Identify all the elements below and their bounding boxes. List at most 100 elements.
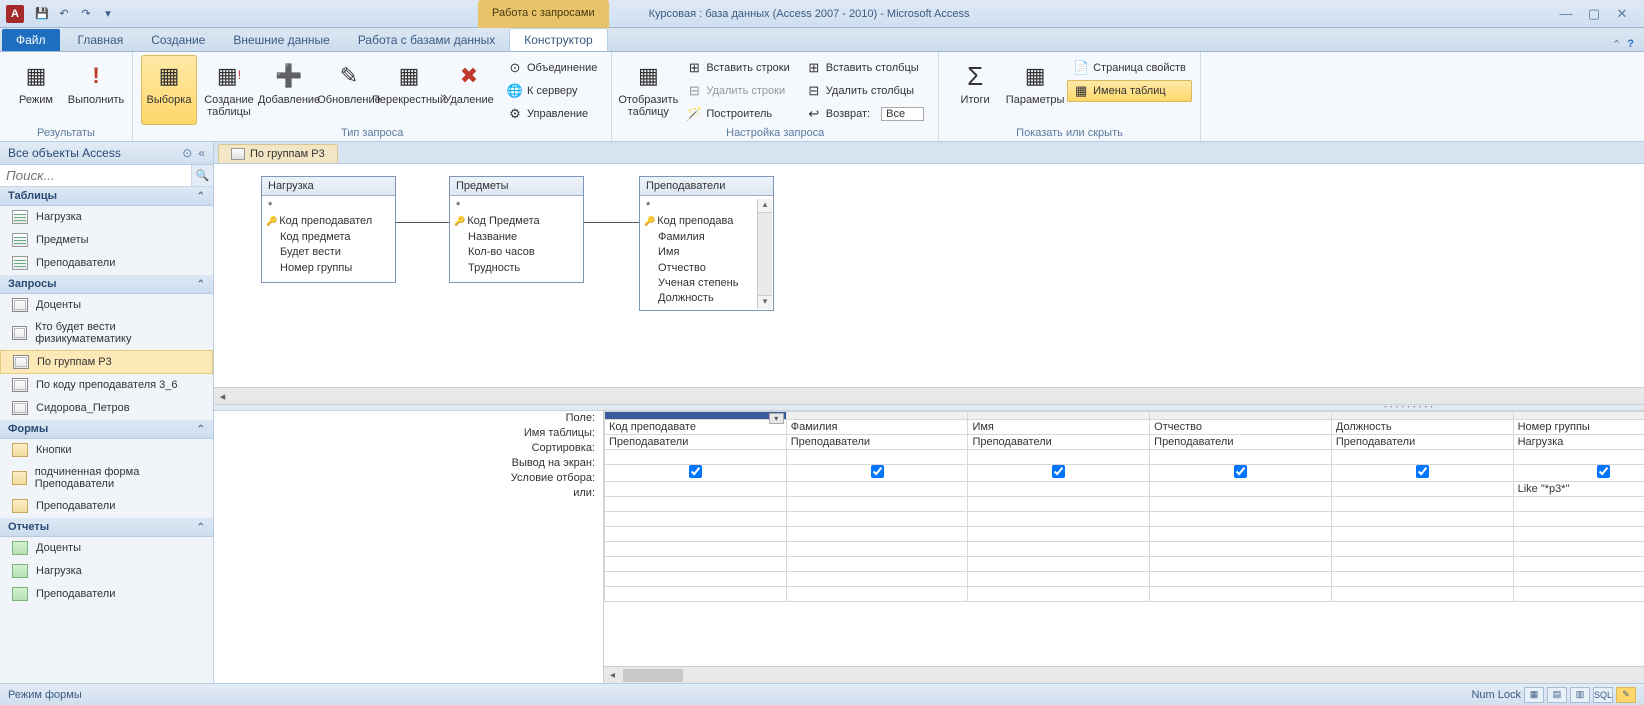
show-checkbox[interactable] (871, 465, 884, 478)
search-icon[interactable]: 🔍 (191, 165, 213, 186)
grid-cell-field[interactable]: Имя (968, 420, 1150, 435)
grid-cell-empty[interactable] (1513, 527, 1644, 542)
table-header[interactable]: Нагрузка (262, 177, 395, 196)
field[interactable]: Трудность (468, 261, 577, 276)
nav-item[interactable]: Сидорова_Петров (0, 397, 213, 420)
grid-cell-empty[interactable] (1331, 587, 1513, 602)
join-line[interactable] (394, 222, 449, 223)
grid-cell-empty[interactable] (786, 512, 968, 527)
field[interactable]: Будет вести (280, 245, 389, 260)
tab-external-data[interactable]: Внешние данные (219, 29, 344, 51)
grid-cell-empty[interactable] (786, 557, 968, 572)
grid-cell-empty[interactable] (1150, 557, 1332, 572)
maketable-button[interactable]: ▦!Создание таблицы (201, 55, 257, 125)
grid-cell-table[interactable]: Нагрузка (1513, 435, 1644, 450)
tablenames-button[interactable]: ▦Имена таблиц (1067, 80, 1192, 102)
nav-item[interactable]: Нагрузка (0, 560, 213, 583)
grid-cell-empty[interactable] (605, 512, 787, 527)
nav-item[interactable]: Предметы (0, 229, 213, 252)
nav-item[interactable]: Доценты (0, 537, 213, 560)
grid-cell-empty[interactable] (605, 527, 787, 542)
deletecols-button[interactable]: ⊟Удалить столбцы (800, 80, 930, 102)
nav-dropdown-icon[interactable]: ⊙ (182, 146, 192, 160)
nav-item[interactable]: подчиненная форма Преподаватели (0, 462, 213, 495)
grid-cell-sort[interactable] (1150, 450, 1332, 465)
document-tab[interactable]: По группам Р3 (218, 144, 338, 163)
app-icon[interactable]: A (6, 5, 24, 23)
grid-cell-empty[interactable] (605, 557, 787, 572)
grid-cell-field[interactable]: Отчество (1150, 420, 1332, 435)
field-star[interactable]: * (646, 199, 755, 214)
grid-cell-empty[interactable] (1150, 512, 1332, 527)
field[interactable]: Имя (658, 245, 755, 260)
grid-cell-empty[interactable] (1331, 512, 1513, 527)
maximize-button[interactable]: ▢ (1584, 6, 1604, 22)
field[interactable]: Должность (658, 291, 755, 306)
propertysheet-button[interactable]: 📄Страница свойств (1067, 57, 1192, 79)
grid-cell-show[interactable] (1150, 465, 1332, 482)
grid-cell-field[interactable]: Номер группы (1513, 420, 1644, 435)
union-button[interactable]: ⊙Объединение (501, 57, 603, 79)
grid-cell-show[interactable] (1331, 465, 1513, 482)
grid-cell-table[interactable]: Преподаватели (786, 435, 968, 450)
grid-cell-sort[interactable] (786, 450, 968, 465)
grid-cell-empty[interactable] (968, 542, 1150, 557)
nav-item[interactable]: Нагрузка (0, 206, 213, 229)
show-checkbox[interactable] (1234, 465, 1247, 478)
tab-database-tools[interactable]: Работа с базами данных (344, 29, 509, 51)
view-design-button[interactable]: ✎ (1616, 687, 1636, 703)
insertrows-button[interactable]: ⊞Вставить строки (680, 57, 795, 79)
grid-cell-empty[interactable] (786, 542, 968, 557)
show-checkbox[interactable] (1052, 465, 1065, 478)
nav-item[interactable]: Преподаватели (0, 252, 213, 275)
grid-cell-empty[interactable] (1331, 557, 1513, 572)
grid-cell-empty[interactable] (968, 572, 1150, 587)
grid-cell-table[interactable]: Преподаватели (968, 435, 1150, 450)
field-star[interactable]: * (268, 199, 389, 214)
field[interactable]: Отчество (658, 261, 755, 276)
grid-cell-empty[interactable] (786, 572, 968, 587)
join-line[interactable] (584, 222, 639, 223)
field[interactable]: Ученая степень (658, 276, 755, 291)
field-key[interactable]: Код преподава (658, 214, 755, 229)
nav-item[interactable]: Кто будет вести физикуматематику (0, 317, 213, 350)
field[interactable]: Номер группы (280, 261, 389, 276)
grid-cell-or[interactable] (786, 497, 968, 512)
table-nagruzka[interactable]: Нагрузка * Код преподавател Код предмета… (261, 176, 396, 283)
ribbon-minimize-icon[interactable]: ⌃ (1612, 38, 1621, 51)
datadef-button[interactable]: ⚙Управление (501, 103, 603, 125)
tab-design[interactable]: Конструктор (509, 28, 607, 51)
grid-cell-empty[interactable] (1513, 542, 1644, 557)
show-checkbox[interactable] (1416, 465, 1429, 478)
update-button[interactable]: ✎Обновление (321, 55, 377, 125)
append-button[interactable]: ➕Добавление (261, 55, 317, 125)
grid-cell-crit[interactable] (1150, 482, 1332, 497)
nav-item[interactable]: По группам Р3 (0, 350, 213, 374)
grid-cell-empty[interactable] (1150, 527, 1332, 542)
deleterows-button[interactable]: ⊟Удалить строки (680, 80, 795, 102)
tab-create[interactable]: Создание (137, 29, 219, 51)
nav-item[interactable]: По коду преподавателя 3_6 (0, 374, 213, 397)
grid-cell-table[interactable]: Преподаватели (605, 435, 787, 450)
nav-item[interactable]: Преподаватели (0, 495, 213, 518)
delete-button[interactable]: ✖Удаление (441, 55, 497, 125)
grid-cell-show[interactable] (786, 465, 968, 482)
tab-file[interactable]: Файл (2, 29, 60, 51)
grid-cell-show[interactable] (605, 465, 787, 482)
nav-item[interactable]: Доценты (0, 294, 213, 317)
run-button[interactable]: !Выполнить (68, 55, 124, 125)
field[interactable]: Название (468, 230, 577, 245)
grid-cell-empty[interactable] (1513, 557, 1644, 572)
save-icon[interactable]: 💾 (32, 4, 52, 24)
view-sql-button[interactable]: SQL (1593, 687, 1613, 703)
redo-icon[interactable]: ↷ (76, 4, 96, 24)
help-icon[interactable]: ? (1627, 38, 1634, 51)
minimize-button[interactable]: — (1556, 6, 1576, 22)
grid-cell-empty[interactable] (968, 527, 1150, 542)
grid-cell-empty[interactable] (968, 512, 1150, 527)
totals-button[interactable]: ΣИтоги (947, 55, 1003, 125)
search-input[interactable] (0, 165, 191, 186)
grid-cell-sort[interactable] (968, 450, 1150, 465)
grid-cell-field[interactable]: Должность (1331, 420, 1513, 435)
select-query-button[interactable]: ▦Выборка (141, 55, 197, 125)
